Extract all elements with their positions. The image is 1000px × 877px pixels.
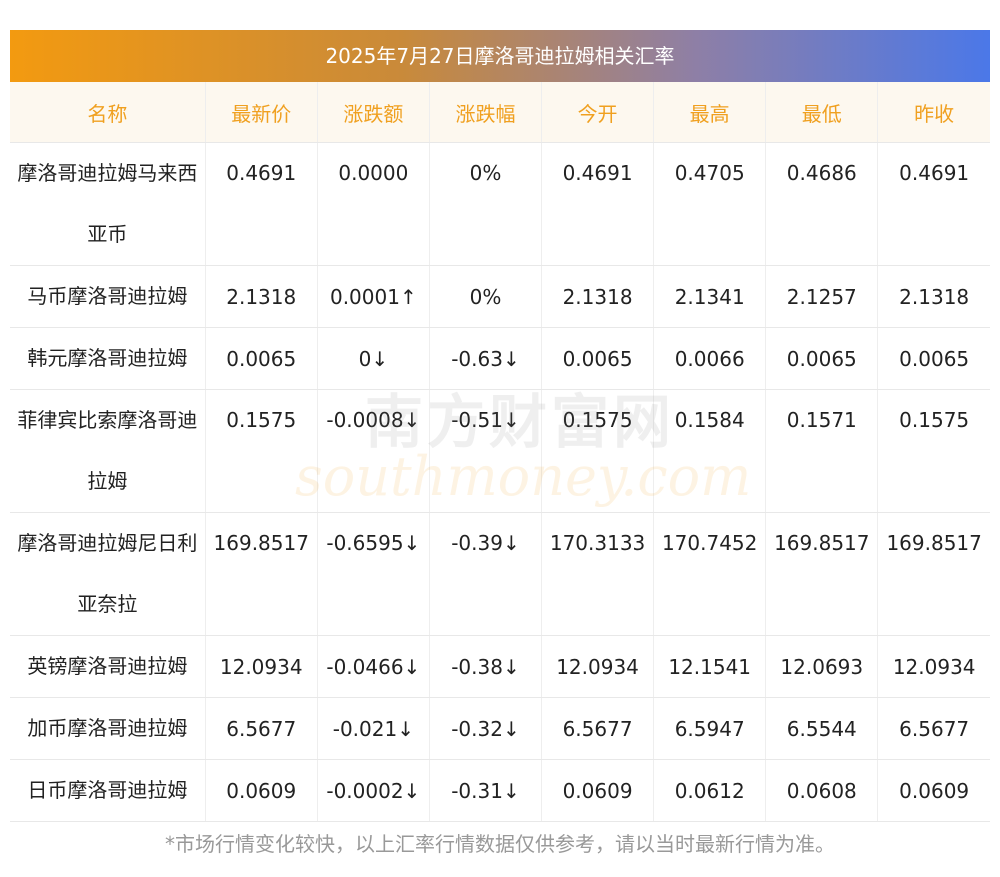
rate-prev: 2.1318 xyxy=(877,265,990,328)
rate-name: 加币摩洛哥迪拉姆 xyxy=(10,697,206,760)
rate-low: 169.8517 xyxy=(765,512,878,636)
rate-pct: -0.38↓ xyxy=(428,635,542,698)
rate-open: 0.0609 xyxy=(541,759,654,822)
rate-change: -0.0008↓ xyxy=(316,389,430,513)
table-row: 菲律宾比索摩洛哥迪拉姆 0.1575 -0.0008↓ -0.51↓ 0.157… xyxy=(10,389,990,513)
rate-change: 0↓ xyxy=(316,327,430,390)
rate-change: -0.0466↓ xyxy=(316,635,430,698)
table-row: 马币摩洛哥迪拉姆 2.1318 0.0001↑ 0% 2.1318 2.1341… xyxy=(10,265,990,328)
table-row: 韩元摩洛哥迪拉姆 0.0065 0↓ -0.63↓ 0.0065 0.0066 … xyxy=(10,327,990,390)
rate-change: 0.0000 xyxy=(316,142,430,266)
rate-open: 0.0065 xyxy=(541,327,654,390)
rate-low: 12.0693 xyxy=(765,635,878,698)
rate-latest: 0.1575 xyxy=(204,389,318,513)
page-title: 2025年7月27日摩洛哥迪拉姆相关汇率 xyxy=(10,30,990,82)
column-header-prev: 昨收 xyxy=(877,82,990,143)
rate-low: 2.1257 xyxy=(765,265,878,328)
column-header-high: 最高 xyxy=(653,82,766,143)
column-header-name: 名称 xyxy=(10,82,206,143)
rate-name: 摩洛哥迪拉姆马来西亚币 xyxy=(10,142,206,266)
rate-high: 6.5947 xyxy=(653,697,766,760)
rate-prev: 0.0609 xyxy=(877,759,990,822)
rates-table: 名称 最新价 涨跌额 涨跌幅 今开 最高 最低 昨收 摩洛哥迪拉姆马来西亚币 0… xyxy=(10,82,990,822)
rate-prev: 169.8517 xyxy=(877,512,990,636)
rate-high: 0.0612 xyxy=(653,759,766,822)
rate-name: 日币摩洛哥迪拉姆 xyxy=(10,759,206,822)
rate-low: 0.1571 xyxy=(765,389,878,513)
rate-name: 英镑摩洛哥迪拉姆 xyxy=(10,635,206,698)
rate-name: 马币摩洛哥迪拉姆 xyxy=(10,265,206,328)
rate-change: -0.0002↓ xyxy=(316,759,430,822)
rate-pct: -0.31↓ xyxy=(428,759,542,822)
page: 2025年7月27日摩洛哥迪拉姆相关汇率 名称 最新价 涨跌额 涨跌幅 今开 最… xyxy=(0,0,1000,877)
rate-open: 170.3133 xyxy=(541,512,654,636)
rate-high: 0.1584 xyxy=(653,389,766,513)
rate-name: 菲律宾比索摩洛哥迪拉姆 xyxy=(10,389,206,513)
column-header-change: 涨跌额 xyxy=(316,82,430,143)
rate-latest: 2.1318 xyxy=(204,265,318,328)
rate-low: 6.5544 xyxy=(765,697,878,760)
rate-latest: 0.4691 xyxy=(204,142,318,266)
rate-open: 0.4691 xyxy=(541,142,654,266)
column-header-open: 今开 xyxy=(541,82,654,143)
rate-pct: -0.39↓ xyxy=(428,512,542,636)
rate-prev: 0.1575 xyxy=(877,389,990,513)
rate-prev: 12.0934 xyxy=(877,635,990,698)
rate-high: 170.7452 xyxy=(653,512,766,636)
table-row: 摩洛哥迪拉姆马来西亚币 0.4691 0.0000 0% 0.4691 0.47… xyxy=(10,142,990,266)
rate-open: 2.1318 xyxy=(541,265,654,328)
rate-change: -0.021↓ xyxy=(316,697,430,760)
rate-change: 0.0001↑ xyxy=(316,265,430,328)
rate-low: 0.0065 xyxy=(765,327,878,390)
rate-open: 0.1575 xyxy=(541,389,654,513)
rate-prev: 0.0065 xyxy=(877,327,990,390)
column-header-latest: 最新价 xyxy=(204,82,318,143)
rate-open: 12.0934 xyxy=(541,635,654,698)
rate-low: 0.0608 xyxy=(765,759,878,822)
rate-pct: -0.51↓ xyxy=(428,389,542,513)
rate-latest: 6.5677 xyxy=(204,697,318,760)
rate-pct: -0.32↓ xyxy=(428,697,542,760)
rate-pct: 0% xyxy=(428,265,542,328)
rate-latest: 0.0609 xyxy=(204,759,318,822)
rate-name: 韩元摩洛哥迪拉姆 xyxy=(10,327,206,390)
column-header-low: 最低 xyxy=(765,82,878,143)
rate-pct: -0.63↓ xyxy=(428,327,542,390)
rate-low: 0.4686 xyxy=(765,142,878,266)
table-row: 日币摩洛哥迪拉姆 0.0609 -0.0002↓ -0.31↓ 0.0609 0… xyxy=(10,759,990,822)
table-row: 摩洛哥迪拉姆尼日利亚奈拉 169.8517 -0.6595↓ -0.39↓ 17… xyxy=(10,512,990,636)
table-header-row: 名称 最新价 涨跌额 涨跌幅 今开 最高 最低 昨收 xyxy=(10,82,990,143)
table-row: 英镑摩洛哥迪拉姆 12.0934 -0.0466↓ -0.38↓ 12.0934… xyxy=(10,635,990,698)
rate-high: 12.1541 xyxy=(653,635,766,698)
rate-pct: 0% xyxy=(428,142,542,266)
rate-latest: 0.0065 xyxy=(204,327,318,390)
rate-latest: 12.0934 xyxy=(204,635,318,698)
rate-high: 0.0066 xyxy=(653,327,766,390)
column-header-pct: 涨跌幅 xyxy=(428,82,542,143)
rate-high: 2.1341 xyxy=(653,265,766,328)
table-row: 加币摩洛哥迪拉姆 6.5677 -0.021↓ -0.32↓ 6.5677 6.… xyxy=(10,697,990,760)
rate-prev: 6.5677 xyxy=(877,697,990,760)
rate-prev: 0.4691 xyxy=(877,142,990,266)
rate-latest: 169.8517 xyxy=(204,512,318,636)
rate-change: -0.6595↓ xyxy=(316,512,430,636)
rate-open: 6.5677 xyxy=(541,697,654,760)
rate-name: 摩洛哥迪拉姆尼日利亚奈拉 xyxy=(10,512,206,636)
disclaimer-footer: *市场行情变化较快，以上汇率行情数据仅供参考，请以当时最新行情为准。 xyxy=(165,832,835,856)
rate-high: 0.4705 xyxy=(653,142,766,266)
